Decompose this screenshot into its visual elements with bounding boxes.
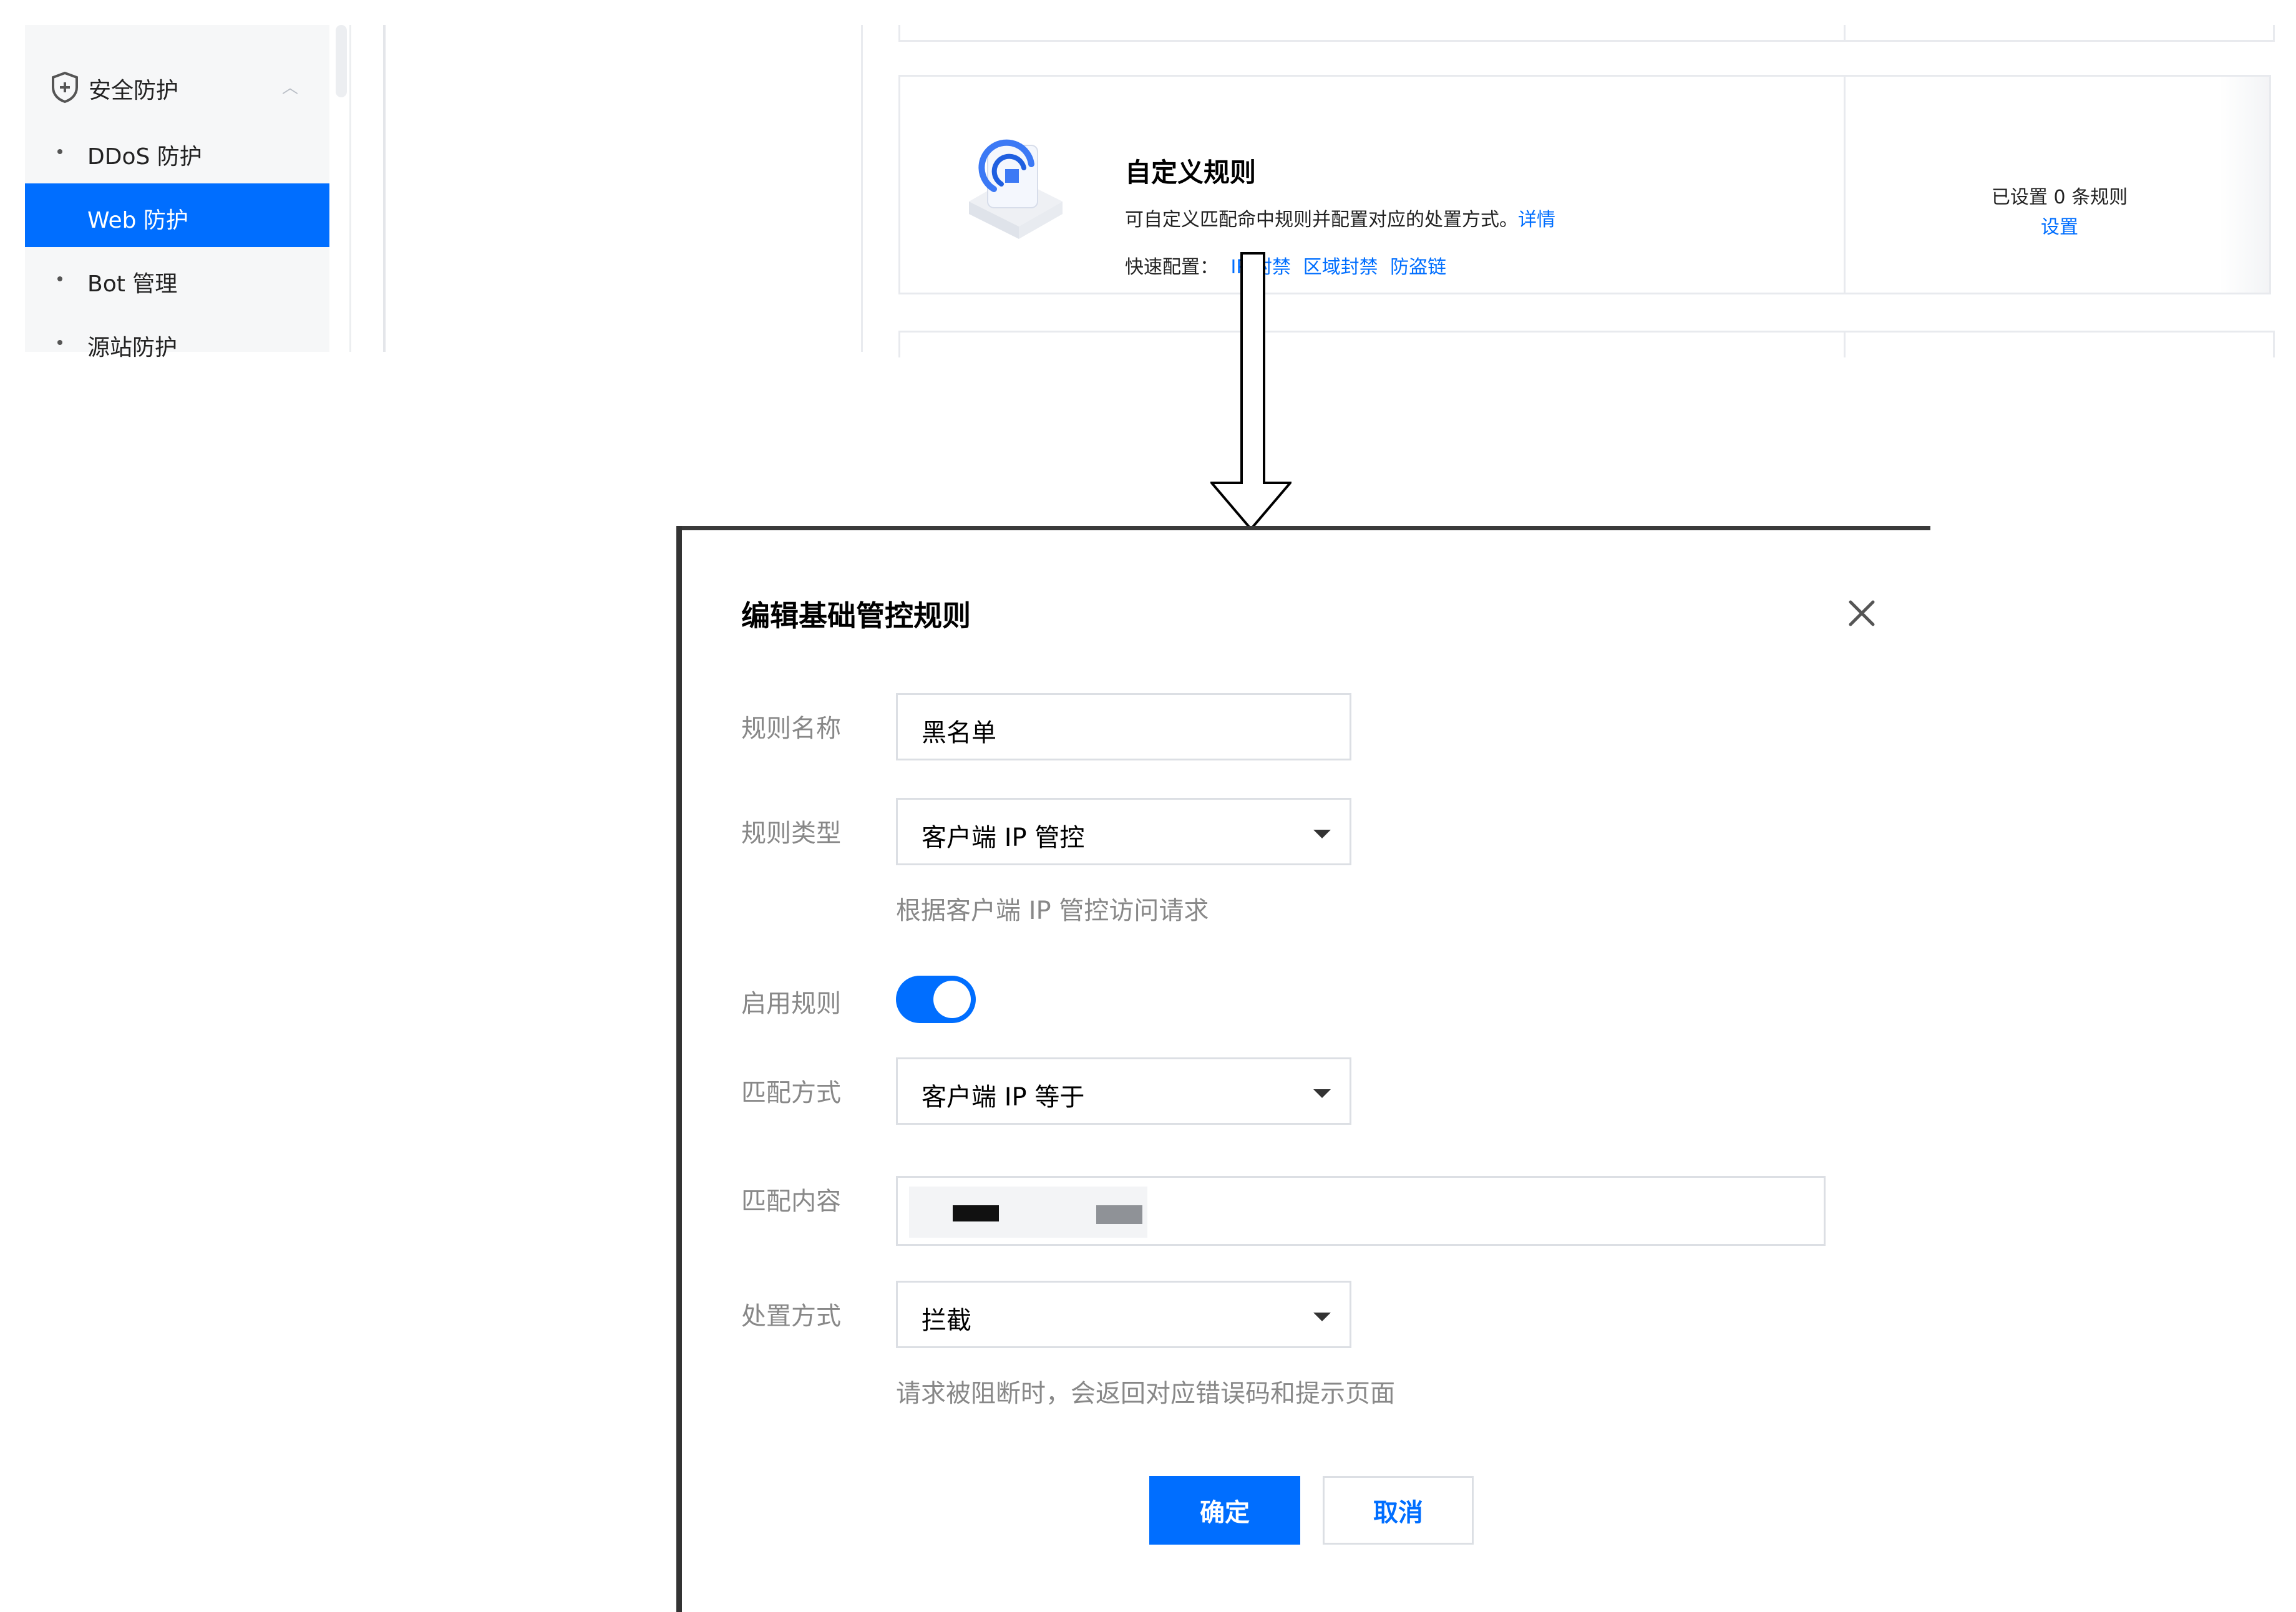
sidebar-scrollbar[interactable] — [336, 25, 347, 97]
match-method-value: 客户端 IP 等于 — [922, 1083, 1085, 1112]
rule-count-text: 已设置 0 条规则 — [1991, 187, 2128, 208]
rule-type-value: 客户端 IP 管控 — [922, 823, 1085, 852]
enable-rule-label: 启用规则 — [741, 989, 841, 1018]
match-method-select[interactable]: 客户端 IP 等于 — [896, 1057, 1351, 1125]
shield-icon — [52, 71, 78, 104]
sidebar-group-security[interactable]: 安全防护 ︿ — [25, 56, 329, 119]
sidebar-item-label: Web 防护 — [87, 208, 188, 233]
modal-edge — [676, 526, 1930, 530]
sidebar-item-label: DDoS 防护 — [87, 144, 202, 170]
bullet — [57, 149, 62, 154]
action-hint: 请求被阻断时，会返回对应错误码和提示页面 — [896, 1379, 1395, 1408]
rule-card-title: 自定义规则 — [1125, 157, 1257, 188]
rule-card-area: 自定义规则 可自定义匹配命中规则并配置对应的处置方式。详情 快速配置： IP 封… — [861, 25, 2277, 357]
region-ban-link[interactable]: 区域封禁 — [1303, 256, 1378, 278]
rule-card-description: 可自定义匹配命中规则并配置对应的处置方式。详情 — [1125, 204, 1555, 231]
match-method-label: 匹配方式 — [741, 1079, 841, 1107]
edit-rule-modal: 编辑基础管控规则 规则名称 黑名单 规则类型 客户端 IP 管控 根据客户端 I… — [676, 526, 1930, 1612]
hotlink-protection-link[interactable]: 防盗链 — [1390, 256, 1446, 278]
description-text: 可自定义匹配命中规则并配置对应的处置方式。 — [1125, 209, 1518, 231]
action-select[interactable]: 拦截 — [896, 1281, 1351, 1348]
rule-name-label: 规则名称 — [741, 714, 841, 743]
chevron-down-icon — [1313, 1313, 1331, 1321]
modal-edge — [676, 526, 682, 1612]
rule-name-input[interactable]: 黑名单 — [896, 693, 1351, 760]
redacted-content — [909, 1187, 1147, 1238]
match-content-input[interactable] — [896, 1176, 1826, 1246]
enable-rule-toggle[interactable] — [896, 976, 976, 1023]
close-icon[interactable] — [1843, 595, 1880, 632]
sidebar-item-label: Bot 管理 — [87, 271, 178, 297]
quick-config-label: 快速配置： — [1125, 256, 1219, 278]
sidebar-item-bot[interactable]: Bot 管理 — [25, 247, 329, 311]
chevron-down-icon — [1313, 1089, 1331, 1098]
sidebar-group-label: 安全防护 — [89, 78, 179, 104]
sidebar-item-label: 源站防护 — [87, 335, 178, 361]
previous-card — [898, 25, 2275, 42]
rule-type-hint: 根据客户端 IP 管控访问请求 — [896, 896, 1209, 925]
detail-link[interactable]: 详情 — [1518, 209, 1555, 231]
set-link[interactable]: 设置 — [1847, 211, 2272, 239]
custom-rule-illustration — [969, 139, 1063, 239]
chevron-down-icon — [1313, 830, 1331, 838]
down-arrow-icon — [1210, 252, 1292, 532]
bullet — [57, 276, 62, 281]
bullet — [57, 340, 62, 345]
chevron-up-icon[interactable]: ︿ — [282, 75, 298, 98]
action-value: 拦截 — [922, 1306, 971, 1335]
toggle-knob — [933, 981, 971, 1018]
cancel-button[interactable]: 取消 — [1323, 1476, 1474, 1545]
rule-name-value: 黑名单 — [922, 719, 996, 747]
confirm-button[interactable]: 确定 — [1149, 1476, 1300, 1545]
custom-rule-card: 自定义规则 可自定义匹配命中规则并配置对应的处置方式。详情 快速配置： IP 封… — [898, 75, 2271, 294]
match-content-label: 匹配内容 — [741, 1187, 841, 1216]
action-label: 处置方式 — [741, 1302, 841, 1331]
rule-type-label: 规则类型 — [741, 819, 841, 848]
sidebar: 安全防护 ︿ DDoS 防护 Web 防护 Bot 管理 源站防护 — [25, 25, 329, 361]
sidebar-item-origin[interactable]: 源站防护 — [25, 311, 329, 374]
divider — [349, 25, 387, 352]
sidebar-item-web[interactable]: Web 防护 — [25, 183, 329, 247]
sidebar-item-ddos[interactable]: DDoS 防护 — [25, 120, 329, 183]
rule-type-select[interactable]: 客户端 IP 管控 — [896, 798, 1351, 865]
next-card — [898, 331, 2275, 357]
modal-title: 编辑基础管控规则 — [741, 599, 971, 633]
